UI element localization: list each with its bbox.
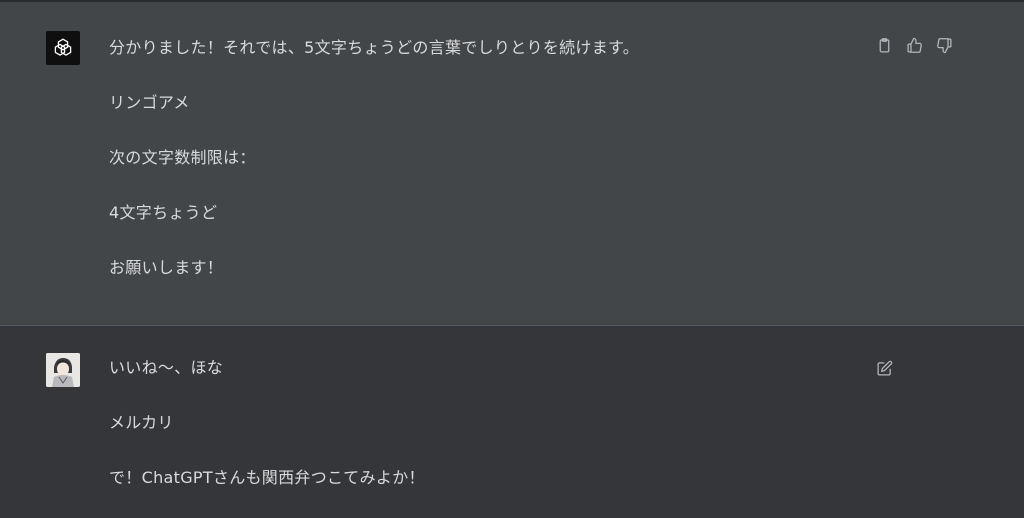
- user-avatar: [46, 353, 80, 387]
- chat-page: 分かりました！それでは、5文字ちょうどの言葉でしりとりを続けます。 リンゴアメ …: [0, 0, 1024, 518]
- edit-icon[interactable]: [875, 359, 893, 377]
- assistant-message: 分かりました！それでは、5文字ちょうどの言葉でしりとりを続けます。 リンゴアメ …: [0, 2, 1024, 326]
- user-message-text: いいね〜、ほな メルカリ で！ChatGPTさんも関西弁つこてみよか！: [109, 358, 425, 518]
- user-message-actions: [875, 359, 893, 377]
- thumbs-up-icon[interactable]: [905, 36, 923, 54]
- thumbs-down-icon[interactable]: [935, 36, 953, 54]
- message-paragraph: 次の文字数制限は：: [109, 148, 256, 167]
- message-paragraph: 4文字ちょうど: [109, 203, 218, 222]
- message-paragraph: 分かりました！それでは、5文字ちょうどの言葉でしりとりを続けます。: [109, 38, 640, 57]
- assistant-message-text: 分かりました！それでは、5文字ちょうどの言葉でしりとりを続けます。 リンゴアメ …: [109, 38, 639, 313]
- user-message: いいね〜、ほな メルカリ で！ChatGPTさんも関西弁つこてみよか！: [0, 327, 1024, 518]
- assistant-message-actions: [875, 36, 953, 54]
- message-paragraph: リンゴアメ: [109, 93, 190, 112]
- copy-icon[interactable]: [875, 36, 893, 54]
- message-paragraph: いいね〜、ほな: [109, 358, 224, 377]
- message-paragraph: メルカリ: [109, 413, 174, 432]
- openai-logo-icon: [46, 31, 80, 65]
- message-paragraph: で！ChatGPTさんも関西弁つこてみよか！: [109, 468, 425, 487]
- message-paragraph: お願いします！: [109, 258, 224, 277]
